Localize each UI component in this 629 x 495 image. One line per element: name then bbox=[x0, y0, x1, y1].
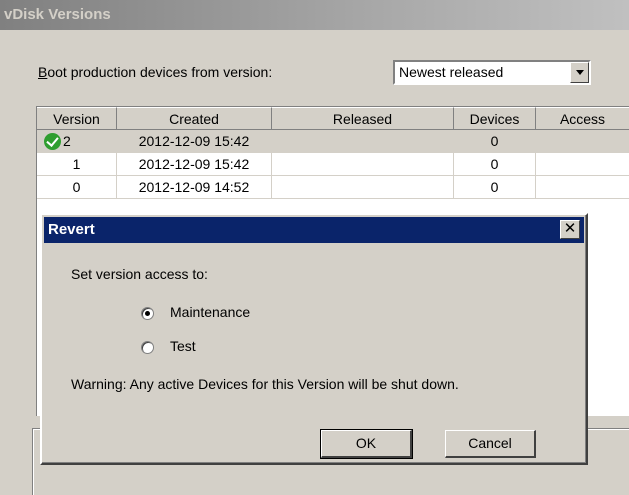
created-cell: 2012-12-09 15:42 bbox=[117, 130, 272, 153]
radio-maintenance[interactable] bbox=[141, 307, 154, 320]
devices-cell: 0 bbox=[454, 130, 536, 153]
version-cell: 1 bbox=[37, 153, 117, 176]
version-cell: 0 bbox=[37, 176, 117, 199]
boot-version-value: Newest released bbox=[399, 64, 504, 80]
column-header-released[interactable]: Released bbox=[272, 107, 454, 130]
cancel-button[interactable]: Cancel bbox=[445, 430, 536, 458]
chevron-down-icon[interactable] bbox=[570, 62, 589, 83]
created-cell: 2012-12-09 15:42 bbox=[117, 153, 272, 176]
warning-text: Warning: Any active Devices for this Ver… bbox=[71, 376, 459, 392]
access-prompt: Set version access to: bbox=[71, 266, 208, 282]
radio-test[interactable] bbox=[141, 341, 154, 354]
version-cell: 2 bbox=[37, 130, 117, 153]
table-header: Version Created Released Devices Access bbox=[37, 107, 629, 130]
column-header-version[interactable]: Version bbox=[37, 107, 117, 130]
radio-maintenance-label[interactable]: Maintenance bbox=[170, 304, 250, 320]
column-header-created[interactable]: Created bbox=[117, 107, 272, 130]
table-row[interactable]: 2 2012-12-09 15:42 0 bbox=[37, 130, 629, 153]
revert-dialog: Revert ✕ Set version access to: Maintena… bbox=[40, 213, 588, 465]
column-header-access[interactable]: Access bbox=[536, 107, 629, 130]
created-cell: 2012-12-09 14:52 bbox=[117, 176, 272, 199]
dialog-title: Revert ✕ bbox=[44, 217, 584, 243]
table-row[interactable]: 0 2012-12-09 14:52 0 bbox=[37, 176, 629, 199]
window-title: vDisk Versions bbox=[0, 0, 629, 30]
radio-test-label[interactable]: Test bbox=[170, 338, 196, 354]
table-row[interactable]: 1 2012-12-09 15:42 0 bbox=[37, 153, 629, 176]
access-cell bbox=[536, 176, 629, 199]
released-cell bbox=[272, 153, 454, 176]
released-cell bbox=[272, 130, 454, 153]
released-cell bbox=[272, 176, 454, 199]
checkmark-icon bbox=[44, 133, 61, 150]
close-icon[interactable]: ✕ bbox=[560, 220, 580, 239]
column-header-devices[interactable]: Devices bbox=[454, 107, 536, 130]
devices-cell: 0 bbox=[454, 153, 536, 176]
boot-version-select[interactable]: Newest released bbox=[393, 60, 591, 85]
devices-cell: 0 bbox=[454, 176, 536, 199]
boot-version-label: Boot production devices from version: bbox=[38, 64, 273, 80]
access-cell bbox=[536, 153, 629, 176]
access-cell bbox=[536, 130, 629, 153]
ok-button[interactable]: OK bbox=[320, 429, 413, 459]
